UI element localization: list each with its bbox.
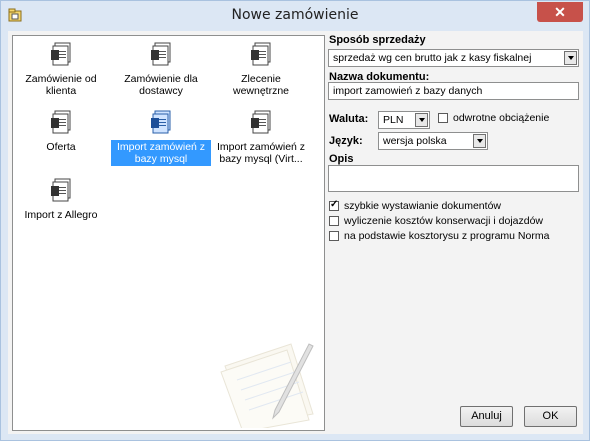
option-norma-estimate-label: na podstawie kosztorysu z programu Norma [344,230,550,242]
chevron-down-icon[interactable] [415,113,428,127]
tile-zamowienie-dla-dostawcy[interactable]: Zamówienie dla dostawcy [111,42,211,98]
option-fast-issue-label: szybkie wystawianie dokumentów [344,200,501,212]
sale-method-value: sprzedaż wg cen brutto jak z kasy fiskal… [333,52,532,64]
order-document-icon [151,110,171,134]
reverse-charge-label: odwrotne obciążenie [453,112,550,124]
window-title: Nowe zamówienie [231,7,359,23]
tile-label: Import zamówień z bazy mysql (Virt... [216,141,306,165]
dialog-body: Zamówienie od klienta Zamówienie dla dos… [8,31,583,434]
title-bar[interactable]: Nowe zamówienie ✕ [1,1,589,29]
tile-import-mysql-virt[interactable]: Import zamówień z bazy mysql (Virt... [211,110,311,166]
tile-oferta[interactable]: Oferta [13,110,111,154]
document-type-list[interactable]: Zamówienie od klienta Zamówienie dla dos… [12,35,325,431]
language-select[interactable]: wersja polska [378,132,488,150]
doc-name-value: import zamowień z bazy danych [333,85,483,97]
tile-label: Import zamówień z bazy mysql [111,140,211,166]
option-fast-issue-checkbox[interactable] [329,199,339,211]
tile-label: Zamówienie dla dostawcy [124,73,198,97]
sale-method-label: Sposób sprzedaży [329,34,426,46]
sale-method-select[interactable]: sprzedaż wg cen brutto jak z kasy fiskal… [328,49,579,67]
option-maintenance-costs-checkbox[interactable] [329,216,339,226]
order-document-icon [51,110,71,134]
tile-label: Zamówienie od klienta [25,73,97,97]
reverse-charge-checkbox[interactable] [438,113,448,123]
tile-label: Import z Allegro [24,209,98,221]
tile-import-mysql[interactable]: Import zamówień z bazy mysql [111,110,211,166]
language-value: wersja polska [383,135,447,147]
ok-button[interactable]: OK [524,406,577,427]
doc-name-input[interactable]: import zamowień z bazy danych [328,82,579,100]
chevron-down-icon[interactable] [473,134,486,148]
order-document-icon [51,42,71,66]
language-label: Język: [329,135,363,147]
tile-zamowienie-od-klienta[interactable]: Zamówienie od klienta [13,42,111,98]
option-norma-estimate-checkbox[interactable] [329,231,339,241]
cancel-button[interactable]: Anuluj [460,406,513,427]
order-document-icon [51,178,71,202]
description-textarea[interactable] [328,165,579,192]
tile-import-allegro[interactable]: Import z Allegro [13,178,111,222]
order-document-icon [151,42,171,66]
close-button[interactable]: ✕ [537,2,583,22]
currency-label: Waluta: [329,113,369,125]
currency-select[interactable]: PLN [378,111,430,129]
chevron-down-icon[interactable] [564,51,577,65]
tile-label: Zlecenie wewnętrzne [232,73,290,97]
order-document-icon [251,110,271,134]
order-document-icon [251,42,271,66]
dialog-window: Nowe zamówienie ✕ Zamówienie od klienta … [0,0,590,441]
option-maintenance-costs-label: wyliczenie kosztów konserwacji i dojazdó… [344,215,543,227]
currency-value: PLN [383,114,404,126]
description-label: Opis [329,153,354,165]
tile-zlecenie-wewnetrzne[interactable]: Zlecenie wewnętrzne [211,42,311,98]
notepad-pen-watermark-icon [220,343,314,428]
tile-label: Oferta [46,141,76,153]
order-form: Sposób sprzedaży sprzedaż wg cen brutto … [328,31,583,434]
